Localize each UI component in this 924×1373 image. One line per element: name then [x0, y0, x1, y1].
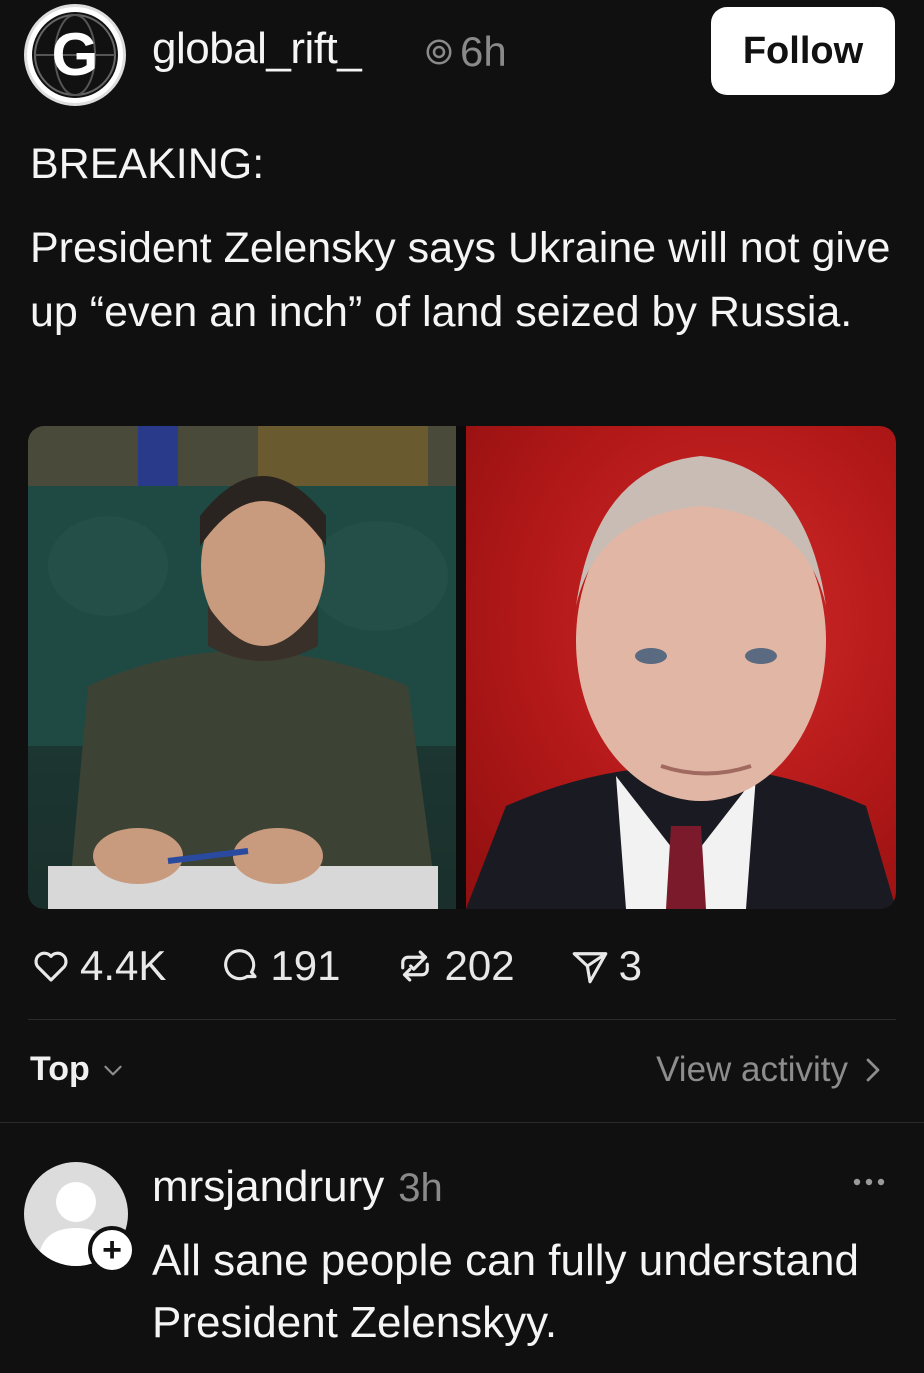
threads-icon	[426, 39, 452, 65]
repost-count: 202	[444, 942, 515, 989]
heart-icon	[34, 951, 68, 982]
repost-icon	[401, 950, 430, 982]
author-avatar[interactable]: G	[24, 4, 126, 106]
post-time: 6h	[460, 28, 507, 75]
chevron-right-icon	[866, 1058, 880, 1082]
post-actions: 4.4K 191 202 3	[30, 936, 696, 996]
putin-photo[interactable]	[466, 426, 896, 909]
more-options-icon[interactable]	[852, 1172, 886, 1192]
like-count: 4.4K	[80, 942, 167, 989]
sort-dropdown[interactable]: Top	[30, 1050, 126, 1089]
comment-icon	[224, 949, 257, 981]
post-header: G global_rift_ 6h Follow	[0, 0, 924, 110]
comment-action[interactable]: 191	[220, 942, 340, 990]
globe-logo-icon: G	[32, 12, 118, 98]
follow-button[interactable]: Follow	[711, 7, 895, 95]
sort-label: Top	[30, 1050, 90, 1088]
post-media[interactable]	[28, 426, 896, 909]
post-breaking-label: BREAKING:	[30, 140, 265, 188]
divider	[0, 1122, 924, 1123]
send-icon	[572, 952, 607, 984]
reply-username[interactable]: mrsjandrury	[152, 1162, 384, 1212]
reply-header: mrsjandrury 3h	[152, 1162, 443, 1212]
follow-plus-badge[interactable]: +	[88, 1226, 136, 1274]
like-action[interactable]: 4.4K	[30, 942, 166, 990]
comment-count: 191	[270, 942, 341, 989]
share-action[interactable]: 3	[569, 942, 642, 990]
post-headline: President Zelensky says Ukraine will not…	[30, 224, 891, 336]
divider	[28, 1019, 896, 1020]
reply-time: 3h	[398, 1166, 443, 1210]
view-activity-link[interactable]: View activity	[656, 1050, 884, 1090]
zelensky-photo[interactable]	[28, 426, 456, 909]
post-meta: 6h	[424, 28, 507, 76]
author-username[interactable]: global_rift_	[152, 24, 362, 74]
share-count: 3	[618, 942, 642, 989]
repost-action[interactable]: 202	[394, 942, 515, 990]
avatar-letter: G	[51, 21, 99, 88]
chevron-down-icon	[104, 1065, 122, 1075]
reply-text: All sane people can fully understand Pre…	[152, 1236, 859, 1347]
view-activity-label: View activity	[656, 1050, 848, 1089]
